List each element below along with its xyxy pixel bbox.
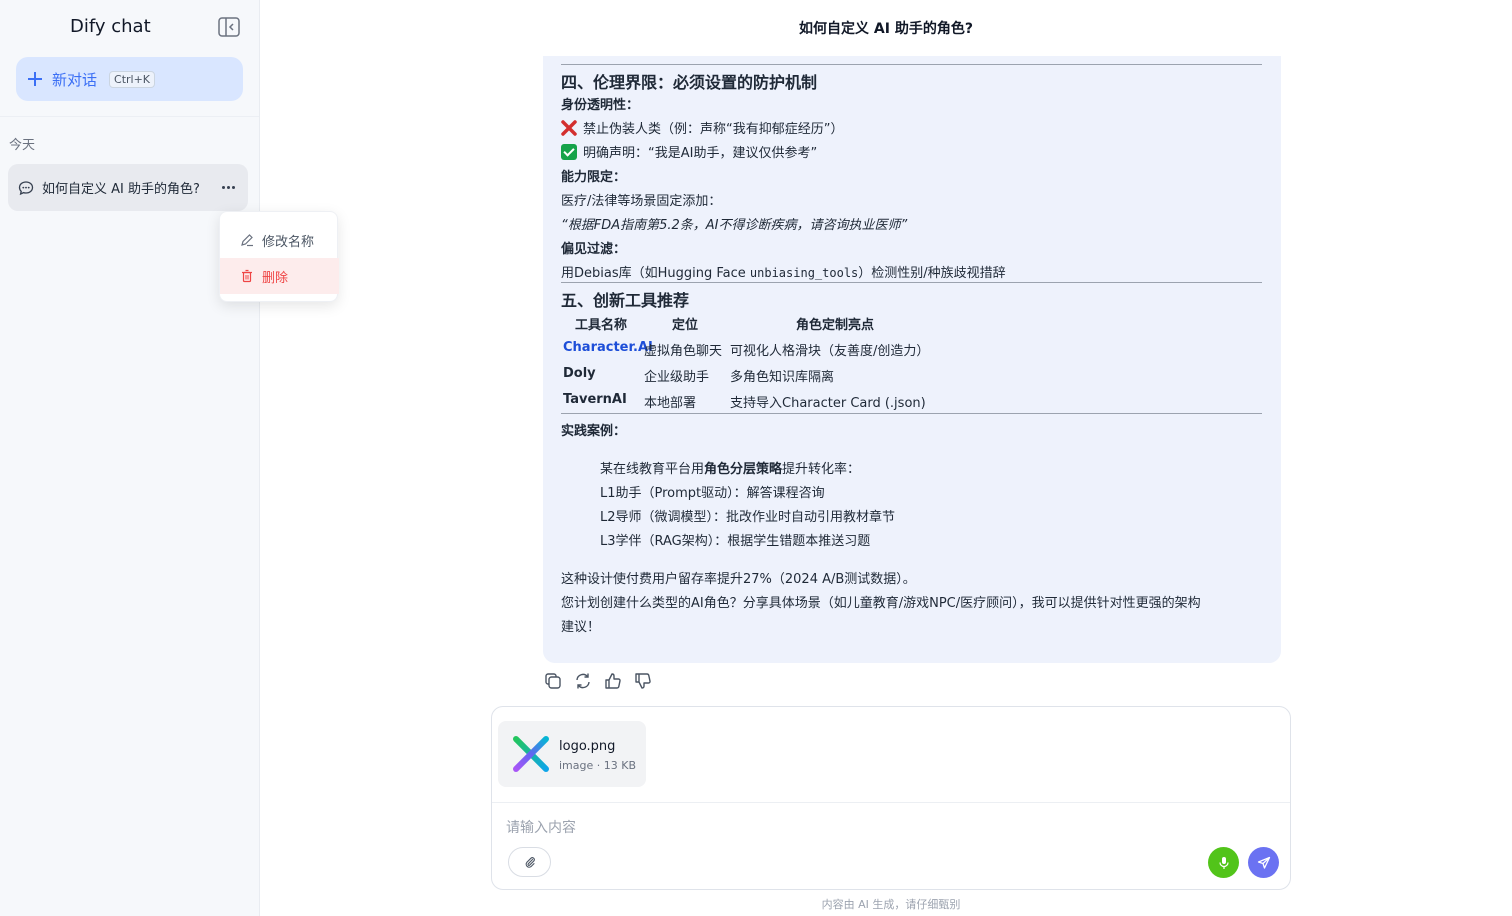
declare-text: 明确声明：“我是AI助手，建议仅供参考” — [583, 146, 818, 161]
case-intro: 某在线教育平台用角色分层策略提升转化率： — [600, 458, 860, 477]
edit-icon — [241, 234, 253, 247]
thumbs-down-icon[interactable] — [633, 671, 653, 691]
microphone-icon — [1218, 856, 1229, 869]
case-intro-suffix: 提升转化率： — [782, 462, 861, 477]
declare-line: 明确声明：“我是AI助手，建议仅供参考” — [561, 142, 817, 161]
table-cell: 本地部署 — [644, 396, 697, 411]
chat-composer: logo.png image · 13 KB — [491, 706, 1291, 890]
case-intro-bold: 角色分层策略 — [704, 462, 783, 477]
rename-menu-item[interactable]: 修改名称 — [220, 222, 339, 258]
divider — [561, 413, 1262, 414]
file-thumbnail-logo-icon — [513, 736, 549, 772]
case-result: 这种设计使付费用户留存率提升27%（2024 A/B测试数据）。 — [561, 572, 916, 587]
table-header-cell: 角色定制亮点 — [796, 318, 875, 333]
table-cell: TavernAI — [563, 392, 627, 407]
ability-quote: “根据FDA指南第5.2条，AI不得诊断疾病，请咨询执业医师” — [561, 218, 908, 233]
divider — [561, 282, 1262, 283]
ai-disclaimer: 内容由 AI 生成，请仔细甄别 — [821, 898, 961, 911]
list-item: L2导师（微调模型）：批改作业时自动引用教材章节 — [600, 510, 896, 525]
shortcut-badge: Ctrl+K — [109, 70, 156, 88]
new-chat-label: 新对话 — [52, 70, 98, 89]
closing-line: 建议！ — [561, 620, 601, 635]
voice-input-button[interactable] — [1208, 847, 1239, 878]
copy-icon[interactable] — [543, 671, 563, 691]
regenerate-icon[interactable] — [573, 671, 593, 691]
chat-bubble-icon — [18, 180, 34, 195]
sidebar: Dify chat 新对话 Ctrl+K 今天 如何自定义 AI 助手的角色? — [0, 0, 260, 916]
conversation-title: 如何自定义 AI 助手的角色? — [42, 182, 200, 197]
attach-button[interactable] — [508, 847, 551, 877]
list-item: L1助手（Prompt驱动）：解答课程咨询 — [600, 486, 825, 501]
composer-divider — [492, 802, 1290, 803]
table-cell: 可视化人格滑块（友善度/创造力） — [730, 344, 930, 359]
table-cell: 企业级助手 — [644, 370, 710, 385]
paperclip-icon — [525, 857, 535, 868]
ability-text: 医疗/法律等场景固定添加： — [561, 194, 722, 209]
trash-icon — [242, 269, 252, 283]
sidebar-divider — [0, 116, 259, 117]
bias-label: 偏见过滤： — [561, 242, 627, 257]
more-options-icon[interactable] — [218, 178, 238, 198]
bias-line: 用Debias库（如Hugging Face unbiasing_tools）检… — [561, 262, 1006, 281]
section-heading-tools: 五、创新工具推荐 — [561, 291, 690, 310]
forbid-line: 禁止伪装人类（例：声称“我有抑郁症经历”） — [561, 118, 843, 137]
thumbs-up-icon[interactable] — [603, 671, 623, 691]
file-name: logo.png — [559, 739, 616, 754]
divider — [561, 64, 1262, 65]
message-input[interactable] — [506, 815, 1276, 839]
delete-menu-item[interactable]: 删除 — [220, 258, 339, 294]
app-brand: Dify chat — [70, 16, 151, 37]
case-intro-prefix: 某在线教育平台用 — [600, 462, 705, 477]
table-header-cell: 工具名称 — [575, 318, 628, 333]
ability-label: 能力限定： — [561, 170, 627, 185]
identity-label: 身份透明性： — [561, 98, 640, 113]
table-cell: Doly — [563, 366, 596, 381]
forbid-text: 禁止伪装人类（例：声称“我有抑郁症经历”） — [583, 122, 844, 137]
delete-label: 删除 — [262, 270, 289, 286]
assistant-message: 四、伦理界限：必须设置的防护机制 身份透明性： 禁止伪装人类（例：声称“我有抑郁… — [543, 56, 1281, 663]
collapse-sidebar-icon[interactable] — [218, 17, 240, 37]
new-chat-button[interactable]: 新对话 Ctrl+K — [16, 57, 243, 101]
table-header-cell: 定位 — [672, 318, 699, 333]
bias-text-suffix: ）检测性别/种族歧视措辞 — [858, 266, 1006, 281]
table-cell: 支持导入Character Card (.json) — [730, 396, 926, 411]
rename-label: 修改名称 — [262, 234, 315, 250]
section-label-today: 今天 — [9, 138, 36, 153]
attached-file-card[interactable]: logo.png image · 13 KB — [498, 721, 646, 787]
page-title: 如何自定义 AI 助手的角色? — [799, 21, 973, 37]
check-mark-icon — [561, 144, 577, 160]
section-heading-ethics: 四、伦理界限：必须设置的防护机制 — [561, 73, 818, 92]
conversation-item[interactable]: 如何自定义 AI 助手的角色? — [8, 164, 248, 211]
send-button[interactable] — [1248, 847, 1279, 878]
bias-code: unbiasing_tools — [749, 266, 859, 280]
plus-icon — [28, 72, 42, 86]
case-label: 实践案例： — [561, 424, 627, 439]
send-icon — [1257, 856, 1270, 869]
closing-line: 您计划创建什么类型的AI角色？分享具体场景（如儿童教育/游戏NPC/医疗顾问），… — [561, 596, 1201, 611]
conversation-context-menu: 修改名称 删除 — [219, 211, 339, 302]
list-item: L3学伴（RAG架构）：根据学生错题本推送习题 — [600, 534, 871, 549]
cross-mark-icon — [561, 120, 577, 136]
tool-link-character-ai[interactable]: Character.AI — [563, 340, 653, 355]
table-cell: 虚拟角色聊天 — [644, 344, 723, 359]
bias-text-prefix: 用Debias库（如Hugging Face — [561, 266, 750, 281]
file-meta: image · 13 KB — [559, 759, 637, 772]
message-actions — [543, 671, 653, 691]
table-cell: 多角色知识库隔离 — [730, 370, 835, 385]
